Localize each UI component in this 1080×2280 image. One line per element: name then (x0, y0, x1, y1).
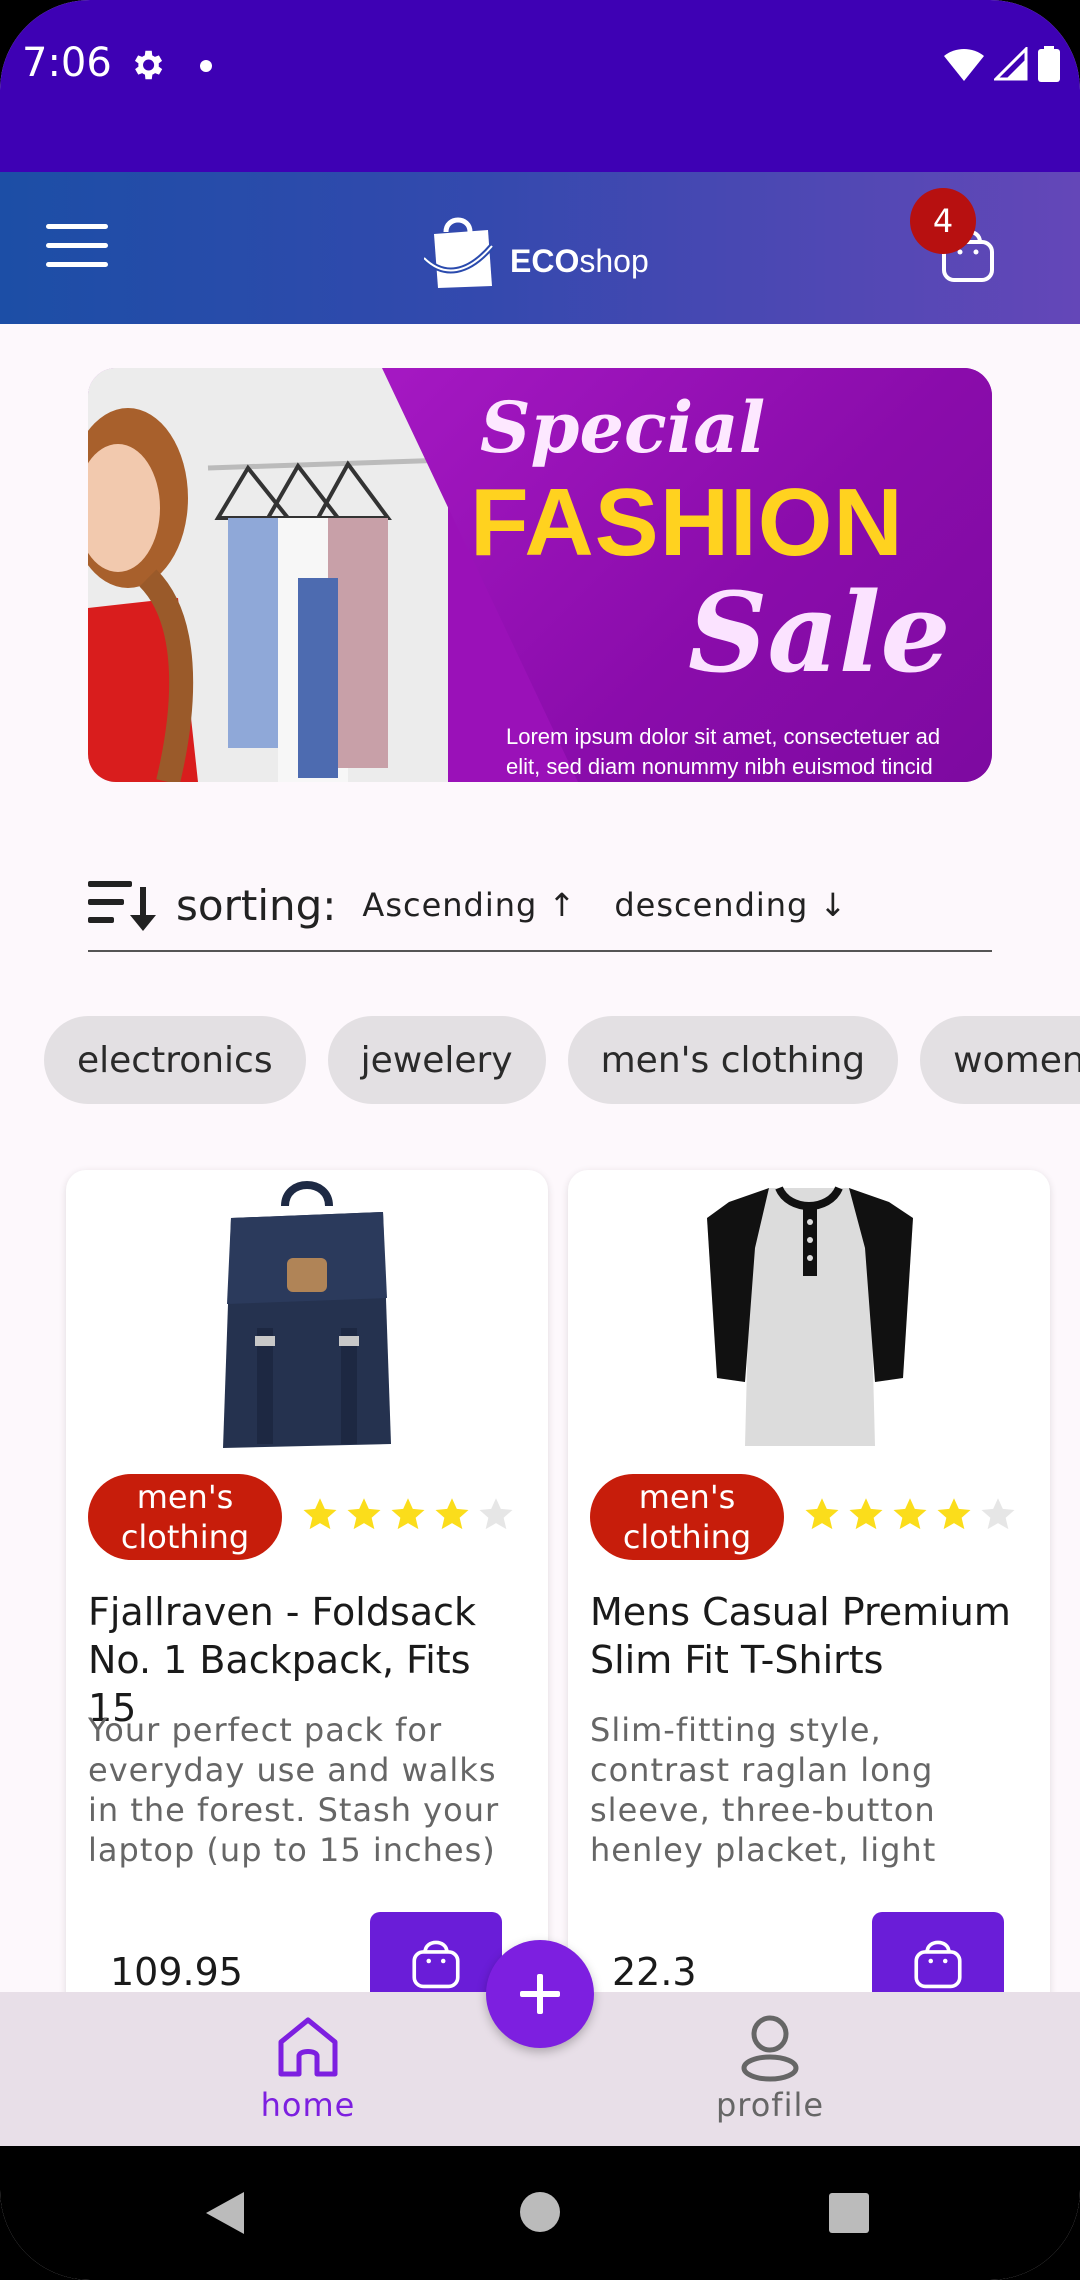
henley-tshirt-image (707, 1186, 913, 1446)
sort-descending-button[interactable]: descending ↓ (614, 886, 847, 924)
category-badge-line-2: clothing (120, 1518, 250, 1556)
product-price: 109.95 (110, 1950, 243, 1994)
star-filled-icon (849, 1498, 883, 1530)
product-image (568, 1178, 1050, 1454)
banner-fashion-text: FASHION (470, 469, 904, 576)
system-navigation-bar (0, 2146, 1080, 2280)
nav-home-label: home (260, 2086, 356, 2124)
star-empty-icon (981, 1498, 1015, 1530)
category-badge: men's clothing (590, 1474, 784, 1560)
nav-profile[interactable]: profile (670, 2012, 870, 2124)
phone-screen: 7:06 ECOshop 4 Special FASHION Sale Lore… (0, 0, 1080, 2280)
category-badge-line-2: clothing (622, 1518, 752, 1556)
product-description: Your perfect pack for everyday use and w… (88, 1711, 500, 1869)
category-badge: men's clothing (88, 1474, 282, 1560)
menu-icon-line (46, 243, 108, 248)
rating-stars (302, 1496, 514, 1532)
status-bar: 7:06 (0, 0, 1080, 172)
star-filled-icon (391, 1498, 425, 1530)
category-badge-line-1: men's (638, 1478, 736, 1516)
category-badge-line-1: men's (136, 1478, 234, 1516)
sorting-bar: sorting: Ascending ↑ descending ↓ (88, 860, 992, 952)
star-filled-icon (303, 1498, 337, 1530)
cell-signal-icon (994, 47, 1028, 81)
star-empty-icon (479, 1498, 513, 1530)
model-with-clothes-rack-image (88, 368, 449, 782)
recents-icon[interactable] (828, 2192, 870, 2234)
star-filled-icon (805, 1498, 839, 1530)
home-circle-icon[interactable] (518, 2190, 562, 2234)
status-time: 7:06 (22, 40, 112, 86)
product-card[interactable]: men's clothing Mens Casual Premium Slim F… (568, 1170, 1050, 2030)
product-title: Mens Casual Premium Slim Fit T-Shirts (590, 1590, 1011, 1682)
star-filled-icon (435, 1498, 469, 1530)
product-image (66, 1178, 548, 1454)
wifi-icon (944, 48, 984, 81)
star-filled-icon (893, 1498, 927, 1530)
category-chips: electronics jewelery men's clothing wome… (44, 1016, 1080, 1104)
shopping-bag-icon (412, 1940, 460, 1989)
product-card[interactable]: men's clothing Fjallraven - Foldsack No. … (66, 1170, 548, 2030)
product-price: 22.3 (612, 1950, 697, 1994)
app-logo-text: ECOshop (510, 242, 649, 279)
battery-icon (1038, 46, 1060, 82)
app-logo: ECOshop (424, 212, 649, 288)
nav-home[interactable]: home (208, 2012, 408, 2124)
sort-ascending-button[interactable]: Ascending ↑ (362, 886, 576, 924)
cart-count-badge: 4 (910, 188, 976, 254)
menu-icon-line (46, 224, 108, 229)
rating-stars (804, 1496, 1016, 1532)
menu-button[interactable] (46, 224, 108, 270)
promo-banner[interactable]: Special FASHION Sale Lorem ipsum dolor s… (88, 368, 992, 782)
star-filled-icon (937, 1498, 971, 1530)
back-icon[interactable] (204, 2190, 246, 2236)
notification-dot-icon (200, 60, 212, 72)
star-filled-icon (347, 1498, 381, 1530)
banner-sale-text: Sale (688, 568, 951, 697)
app-bar: ECOshop 4 (0, 172, 1080, 324)
plus-icon (520, 1974, 560, 2014)
sort-icon (88, 881, 156, 931)
chip-electronics[interactable]: electronics (44, 1016, 306, 1104)
chip-jewelery[interactable]: jewelery (327, 1016, 546, 1104)
menu-icon-line (46, 262, 108, 267)
shopping-bag-icon (914, 1940, 962, 1989)
sorting-label: sorting: (176, 880, 337, 930)
status-icons (944, 46, 1060, 82)
banner-photo (88, 368, 449, 782)
banner-lorem-line-1: Lorem ipsum dolor sit amet, consectetuer… (506, 724, 941, 749)
shopping-bag-logo-icon (424, 217, 495, 288)
settings-icon (134, 50, 163, 80)
nav-profile-label: profile (715, 2086, 825, 2124)
backpack-image (223, 1181, 391, 1448)
banner-lorem-text: Lorem ipsum dolor sit amet, consectetuer… (506, 722, 940, 782)
chip-womens-clothing[interactable]: women's clothing (920, 1016, 1080, 1104)
banner-lorem-line-2: elit, sed diam nonummy nibh euismod tinc… (506, 754, 933, 779)
product-description: Slim-fitting style, contrast raglan long… (590, 1711, 937, 1869)
add-fab-button[interactable] (486, 1940, 594, 2048)
chip-mens-clothing[interactable]: men's clothing (567, 1016, 899, 1104)
banner-special-text: Special (480, 386, 766, 469)
profile-icon (741, 2015, 799, 2082)
home-icon (278, 2017, 338, 2077)
